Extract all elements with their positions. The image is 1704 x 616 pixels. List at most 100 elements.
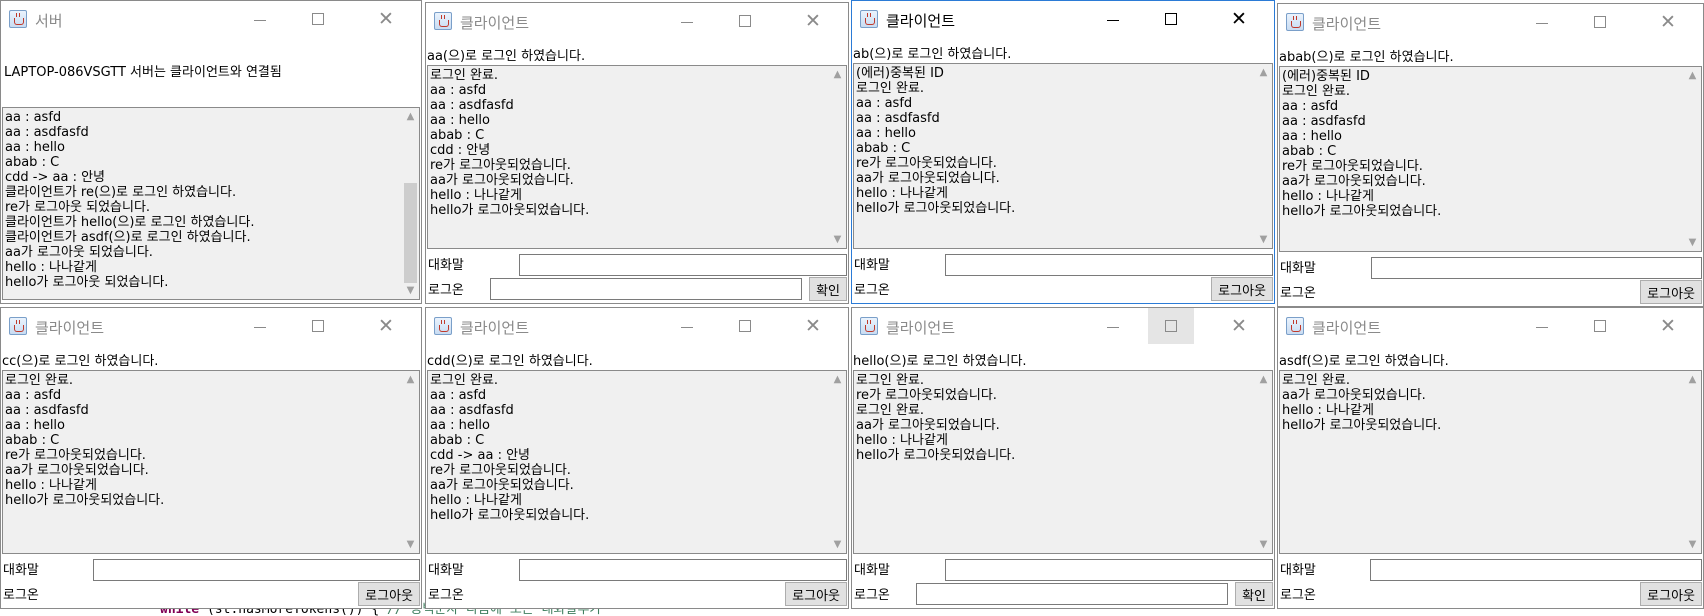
chat-log-textarea[interactable]: 로그인 완료. aa : asfd aa : asdfasfd aa : hel… xyxy=(427,65,847,249)
vertical-scrollbar[interactable]: ▲ ▼ xyxy=(1684,67,1701,251)
chat-log-textarea[interactable]: (에러)중복된 ID 로그인 완료. aa : asfd aa : asdfas… xyxy=(1279,66,1702,252)
scroll-up-icon[interactable]: ▲ xyxy=(1684,371,1701,388)
title-bar[interactable]: 서버 ✕ xyxy=(1,1,421,37)
confirm-button[interactable]: 확인 xyxy=(809,277,847,301)
logout-button[interactable]: 로그아웃 xyxy=(1211,277,1273,301)
scroll-up-icon[interactable]: ▲ xyxy=(829,371,846,388)
vertical-scrollbar[interactable]: ▲ ▼ xyxy=(829,66,846,248)
title-bar[interactable]: 클라이언트 ✕ xyxy=(1,308,421,344)
chat-input[interactable] xyxy=(519,254,847,276)
logout-button[interactable]: 로그아웃 xyxy=(358,582,420,606)
chat-log-lines: 로그인 완료. aa : asfd aa : asdfasfd aa : hel… xyxy=(430,373,590,523)
log-textarea[interactable]: aa : asfd aa : asdfasfd aa : hello abab … xyxy=(2,107,420,300)
scroll-down-icon[interactable]: ▼ xyxy=(829,536,846,553)
close-button[interactable]: ✕ xyxy=(363,1,409,37)
chat-log-textarea[interactable]: (에러)중복된 ID 로그인 완료. aa : asfd aa : asdfas… xyxy=(853,63,1273,249)
chat-input[interactable] xyxy=(1370,559,1702,581)
login-status-label: cc(으)로 로그인 하였습니다. xyxy=(2,354,159,369)
scroll-thumb[interactable] xyxy=(404,183,417,283)
close-button[interactable]: ✕ xyxy=(363,308,409,344)
vertical-scrollbar[interactable]: ▲ ▼ xyxy=(1255,64,1272,248)
java-icon xyxy=(434,12,452,30)
title-bar[interactable]: 클라이언트 ✕ xyxy=(426,3,848,39)
close-button[interactable]: ✕ xyxy=(1645,4,1691,40)
title-bar[interactable]: 클라이언트 ✕ xyxy=(426,308,848,344)
close-icon: ✕ xyxy=(805,314,821,337)
maximize-button[interactable] xyxy=(722,308,768,344)
maximize-icon xyxy=(1594,320,1606,332)
scroll-down-icon[interactable]: ▼ xyxy=(1684,234,1701,251)
scroll-up-icon[interactable]: ▲ xyxy=(1684,67,1701,84)
chat-log-textarea[interactable]: 로그인 완료. aa : asfd aa : asdfasfd aa : hel… xyxy=(2,370,420,554)
maximize-button[interactable] xyxy=(295,1,341,37)
close-button[interactable]: ✕ xyxy=(790,308,836,344)
client-window: 클라이언트 ✕ hello(으)로 로그인 하였습니다. 로그인 완료. re가 로그… xyxy=(851,307,1275,609)
scroll-down-icon[interactable]: ▼ xyxy=(829,231,846,248)
scroll-down-icon[interactable]: ▼ xyxy=(1684,536,1701,553)
close-icon: ✕ xyxy=(378,7,394,30)
close-button[interactable]: ✕ xyxy=(790,3,836,39)
scroll-down-icon[interactable]: ▼ xyxy=(402,282,419,299)
chat-input[interactable] xyxy=(945,254,1273,276)
scroll-up-icon[interactable]: ▲ xyxy=(1255,371,1272,388)
maximize-button[interactable] xyxy=(295,308,341,344)
vertical-scrollbar[interactable]: ▲ ▼ xyxy=(829,371,846,553)
chat-log-textarea[interactable]: 로그인 완료. aa가 로그아웃되었습니다. hello : 나나같게 hell… xyxy=(1279,370,1702,554)
scroll-down-icon[interactable]: ▼ xyxy=(402,536,419,553)
title-bar[interactable]: 클라이언트 ✕ xyxy=(852,1,1274,37)
maximize-icon xyxy=(1165,13,1177,25)
minimize-button[interactable] xyxy=(1090,308,1136,344)
minimize-button[interactable] xyxy=(1519,4,1565,40)
vertical-scrollbar[interactable]: ▲ ▼ xyxy=(1684,371,1701,553)
title-bar[interactable]: 클라이언트 ✕ xyxy=(852,308,1274,344)
minimize-button[interactable] xyxy=(664,308,710,344)
server-window: 서버 ✕ LAPTOP-086VSGTT 서버는 클라이언트와 연결됨 aa :… xyxy=(0,0,422,304)
chat-label: 대화말 xyxy=(428,563,464,578)
vertical-scrollbar[interactable]: ▲ ▼ xyxy=(1255,371,1272,553)
logout-button[interactable]: 로그아웃 xyxy=(1640,280,1702,304)
logout-button[interactable]: 로그아웃 xyxy=(785,582,847,606)
vertical-scrollbar[interactable]: ▲ ▼ xyxy=(402,371,419,553)
chat-input[interactable] xyxy=(519,559,847,581)
scroll-up-icon[interactable]: ▲ xyxy=(402,371,419,388)
scroll-up-icon[interactable]: ▲ xyxy=(829,66,846,83)
maximize-button[interactable] xyxy=(1148,308,1194,344)
logout-button[interactable]: 로그아웃 xyxy=(1640,582,1702,606)
login-id-input[interactable] xyxy=(916,583,1228,605)
chat-log-textarea[interactable]: 로그인 완료. re가 로그아웃되었습니다. 로그인 완료. aa가 로그아웃되… xyxy=(853,370,1273,554)
java-icon xyxy=(9,317,27,335)
chat-input[interactable] xyxy=(945,559,1273,581)
confirm-button[interactable]: 확인 xyxy=(1235,582,1273,606)
close-button[interactable]: ✕ xyxy=(1216,1,1262,37)
login-label: 로그온 xyxy=(428,588,464,603)
maximize-button[interactable] xyxy=(1148,1,1194,37)
login-id-input[interactable] xyxy=(490,278,802,300)
chat-input[interactable] xyxy=(93,559,420,581)
scroll-down-icon[interactable]: ▼ xyxy=(1255,231,1272,248)
scroll-down-icon[interactable]: ▼ xyxy=(1255,536,1272,553)
java-icon xyxy=(1286,13,1304,31)
vertical-scrollbar[interactable]: ▲ ▼ xyxy=(402,108,419,299)
title-bar[interactable]: 클라이언트 ✕ xyxy=(1278,308,1703,344)
scroll-up-icon[interactable]: ▲ xyxy=(1255,64,1272,81)
close-button[interactable]: ✕ xyxy=(1645,308,1691,344)
login-label: 로그온 xyxy=(1280,588,1316,603)
chat-log-textarea[interactable]: 로그인 완료. aa : asfd aa : asdfasfd aa : hel… xyxy=(427,370,847,554)
chat-input[interactable] xyxy=(1371,257,1702,279)
chat-label: 대화말 xyxy=(3,563,39,578)
window-title: 클라이언트 xyxy=(1312,15,1382,33)
title-bar[interactable]: 클라이언트 ✕ xyxy=(1278,4,1703,40)
chat-label: 대화말 xyxy=(854,258,890,273)
minimize-button[interactable] xyxy=(237,1,283,37)
maximize-button[interactable] xyxy=(1577,308,1623,344)
scroll-up-icon[interactable]: ▲ xyxy=(402,108,419,125)
maximize-button[interactable] xyxy=(1577,4,1623,40)
minimize-button[interactable] xyxy=(664,3,710,39)
window-title: 클라이언트 xyxy=(886,319,956,337)
maximize-icon xyxy=(312,320,324,332)
minimize-button[interactable] xyxy=(1090,1,1136,37)
close-button[interactable]: ✕ xyxy=(1216,308,1262,344)
minimize-button[interactable] xyxy=(1519,308,1565,344)
maximize-button[interactable] xyxy=(722,3,768,39)
minimize-button[interactable] xyxy=(237,308,283,344)
